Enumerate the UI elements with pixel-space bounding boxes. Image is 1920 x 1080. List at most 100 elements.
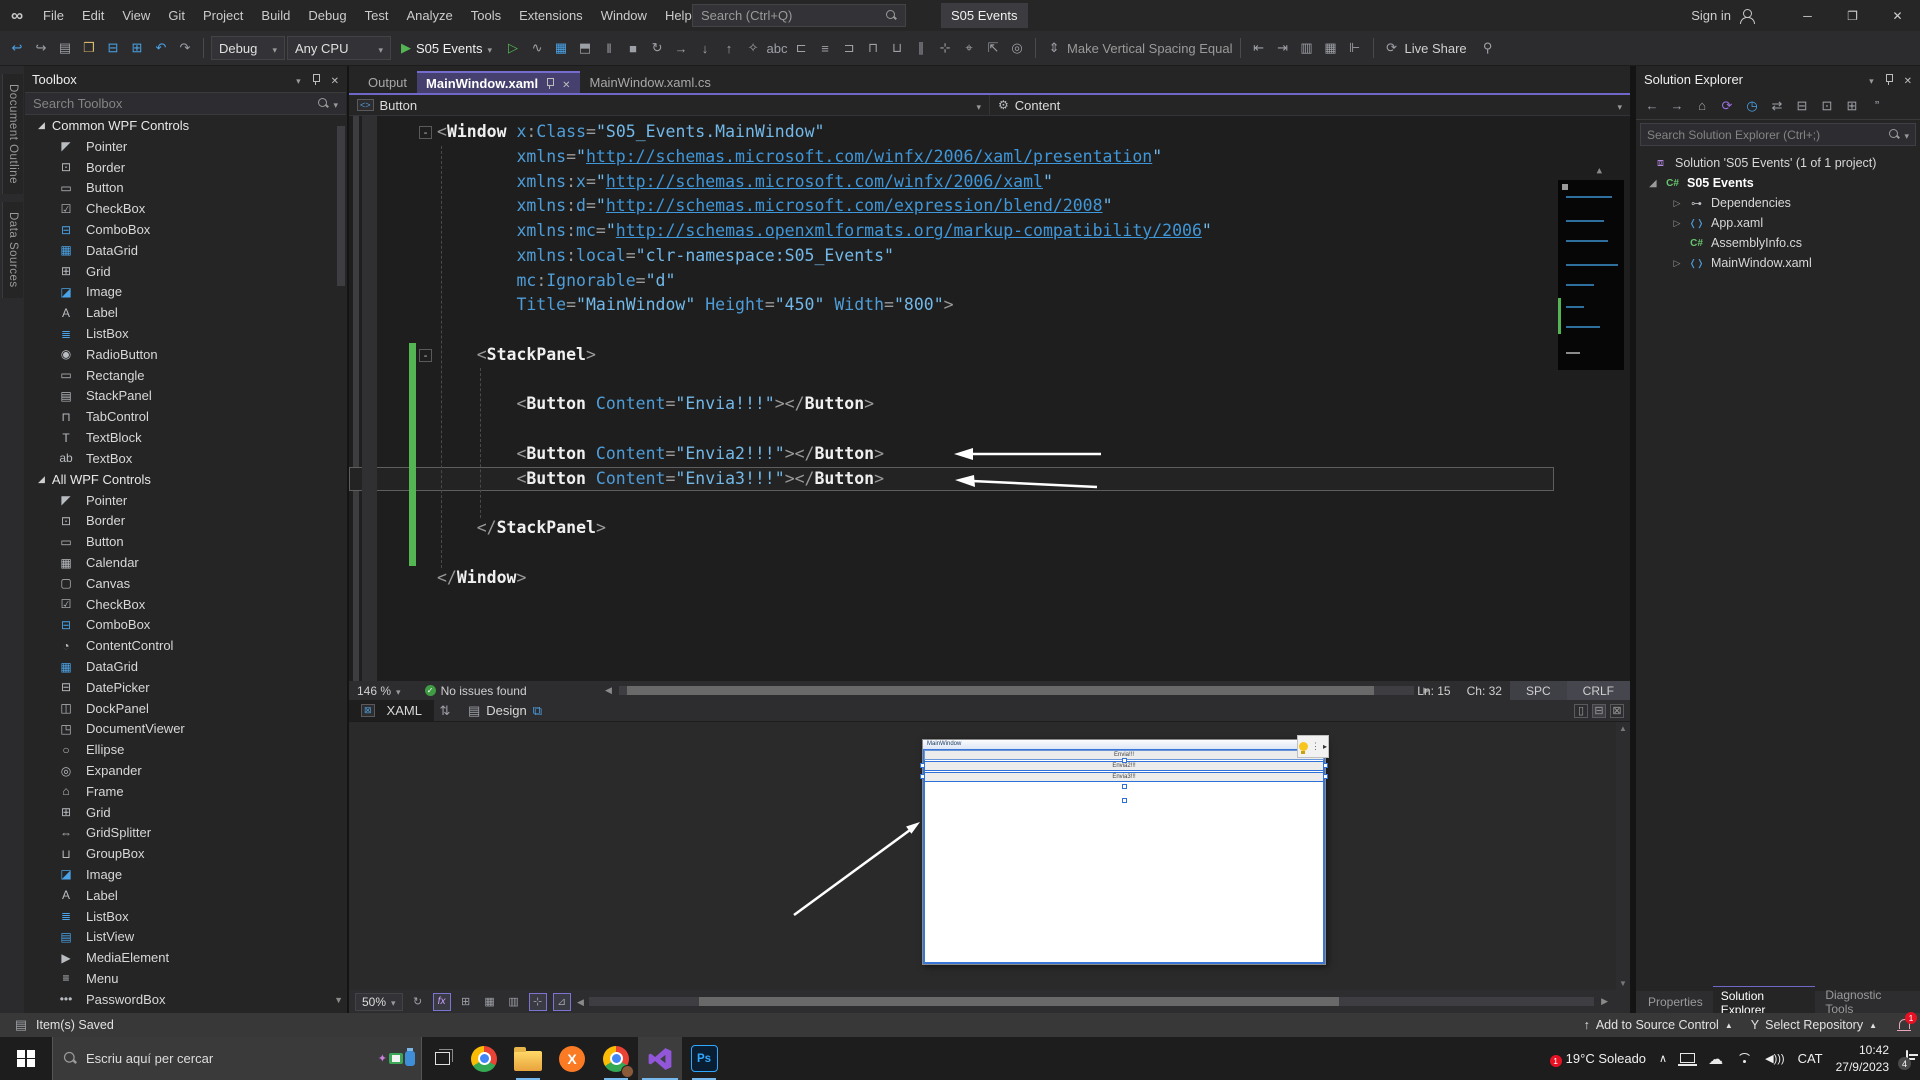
toolbar-icon[interactable]: ▷ (502, 36, 524, 60)
toolbox-group-all[interactable]: ◢ All WPF Controls (24, 469, 347, 490)
solution-config-dropdown[interactable]: Debug (211, 36, 285, 60)
toolbar-icon[interactable]: ↷ (174, 36, 196, 60)
tree-row[interactable]: ▷ App.xaml (1636, 213, 1920, 233)
design-surface[interactable]: MainWindow Envia!!! Envia2!!! Envia3!!! … (349, 722, 1630, 990)
tree-expander-icon[interactable]: ▷ (1672, 198, 1682, 209)
menu-item[interactable]: View (113, 0, 159, 31)
toolbox-item[interactable]: ⊡ Border (24, 511, 347, 532)
toolbox-item[interactable]: ⊞ Grid (24, 261, 347, 282)
weather-widget[interactable]: 1 19°C Soleado (1549, 1051, 1646, 1067)
toolbar-icon[interactable]: ⊔ (886, 36, 908, 60)
device-icon[interactable] (1678, 1052, 1698, 1066)
lightbulb-icon[interactable] (1298, 742, 1308, 754)
tree-expander-icon[interactable]: ◢ (1648, 178, 1658, 189)
toolbar-icon[interactable]: ↩ (6, 36, 28, 60)
toolbar-icon[interactable]: ▤ (54, 36, 76, 60)
toolbox-item[interactable]: ••• PasswordBox (24, 989, 347, 1010)
toolbox-item[interactable]: ◔ ContentControl (24, 635, 347, 656)
tray-expand-icon[interactable]: ∧ (1659, 1052, 1667, 1065)
toolbar-icon[interactable]: ▦ (1320, 36, 1342, 60)
toolbox-item[interactable]: ▶ MediaElement (24, 947, 347, 968)
split-horizontal-icon[interactable]: ⊟ (1592, 703, 1606, 718)
platform-dropdown[interactable]: Any CPU (287, 36, 391, 60)
toolbar-icon[interactable]: ⌖ (958, 36, 980, 60)
toolbar-icon[interactable]: ∿ (526, 36, 548, 60)
show-grid-icon[interactable]: ⊞ (457, 993, 475, 1011)
code-line[interactable] (349, 491, 1554, 516)
selection-handle[interactable] (1122, 758, 1127, 763)
code-line[interactable]: xmlns:local="clr-namespace:S05_Events" (349, 244, 1554, 269)
pin-icon[interactable] (311, 73, 321, 85)
scroll-left-icon[interactable]: ◀ (577, 997, 584, 1008)
clock[interactable]: 10:42 27/9/2023 (1836, 1042, 1889, 1074)
toolbox-item[interactable]: ⇔ GridSplitter (24, 823, 347, 844)
toolbar-icon[interactable]: ❒ (78, 36, 100, 60)
se-toolbar-icon[interactable]: → (1669, 94, 1685, 118)
close-icon[interactable] (331, 72, 339, 87)
toolbox-item[interactable]: ◎ Expander (24, 760, 347, 781)
search-icon[interactable] (886, 10, 897, 21)
toolbox-item[interactable]: ◫ DockPanel (24, 698, 347, 719)
editor-horizontal-scrollbar[interactable] (619, 686, 1414, 695)
live-share-icon[interactable]: ⟳ (1381, 36, 1403, 60)
menu-item[interactable]: Project (194, 0, 252, 31)
se-toolbar-icon[interactable]: ⊞ (1844, 94, 1860, 118)
snapping-toggle-icon[interactable]: ⊹ (528, 992, 547, 1011)
design-horizontal-scrollbar[interactable] (589, 997, 1594, 1006)
design-zoom-dropdown[interactable]: 50% (355, 992, 403, 1011)
volume-icon[interactable]: ◀))) (1765, 1052, 1784, 1065)
toolbox-item[interactable]: ◳ DocumentViewer (24, 719, 347, 740)
toolbar-icon[interactable]: ↻ (646, 36, 668, 60)
code-line[interactable]: </Window> (349, 566, 1554, 591)
tab-design[interactable]: ▤ Design ⧉ (456, 700, 554, 721)
toolbox-item[interactable]: ▭ Button (24, 531, 347, 552)
select-repository-button[interactable]: Υ Select Repository ▲ (1751, 1018, 1877, 1032)
scroll-up-icon[interactable]: ▲ (1597, 166, 1602, 176)
toolbar-icon[interactable]: ⬒ (574, 36, 596, 60)
code-line[interactable]: mc:Ignorable="d" (349, 269, 1554, 294)
tab-xaml[interactable]: ⊠ XAML (349, 700, 434, 721)
menu-item[interactable]: Edit (73, 0, 113, 31)
scroll-down-icon[interactable]: ▼ (1619, 979, 1627, 988)
toolbar-icon[interactable]: ⊟ (102, 36, 124, 60)
se-toolbar-icon[interactable]: ” (1869, 94, 1885, 118)
tree-row[interactable]: ▷ MainWindow.xaml (1636, 253, 1920, 273)
taskbar-visual-studio[interactable] (638, 1037, 682, 1080)
toolbox-item[interactable]: ⊔ GroupBox (24, 843, 347, 864)
data-sources-tab[interactable]: Data Sources (2, 202, 23, 298)
close-icon[interactable] (562, 76, 570, 91)
live-share-label[interactable]: Live Share (1405, 41, 1467, 56)
notification-center-button[interactable]: 4 (1898, 1050, 1911, 1070)
quick-actions-lightb[interactable]: ⋮ ▸ (1297, 735, 1329, 758)
toolbox-item[interactable]: ◤ Pointer (24, 136, 347, 157)
popout-icon[interactable]: ⧉ (533, 699, 542, 723)
issues-indicator[interactable]: ✓ No issues found (424, 684, 527, 698)
code-line[interactable]: xmlns:mc="http://schemas.openxmlformats.… (349, 219, 1554, 244)
task-view-button[interactable] (422, 1037, 462, 1080)
toolbox-item[interactable]: ▤ ListView (24, 926, 347, 947)
code-line[interactable]: <Button Content="Envia2!!!"></Button> (349, 441, 1554, 467)
toolbox-item[interactable]: ▭ Button (24, 178, 347, 199)
start-button[interactable] (0, 1037, 52, 1080)
toolbox-item[interactable]: ◪ Image (24, 282, 347, 303)
tab-properties[interactable]: Properties (1640, 993, 1711, 1011)
close-icon[interactable] (1904, 72, 1912, 87)
effects-toggle-icon[interactable]: fx (432, 992, 451, 1011)
minimap[interactable] (1558, 180, 1624, 370)
toolbar-icon[interactable]: ◎ (1006, 36, 1028, 60)
toolbox-item[interactable]: ⌂ Frame (24, 781, 347, 802)
toolbox-group-common[interactable]: ◢ Common WPF Controls (24, 115, 347, 136)
toolbar-icon[interactable]: ⊩ (1344, 36, 1366, 60)
chevron-down-icon[interactable] (1869, 72, 1874, 87)
pin-icon[interactable] (545, 77, 555, 89)
toolbar-icon[interactable]: → (670, 36, 692, 60)
selection-handle[interactable] (1323, 774, 1328, 779)
onedrive-icon[interactable]: ☁ (1708, 1050, 1723, 1068)
code-line[interactable]: xmlns="http://schemas.microsoft.com/winf… (349, 145, 1554, 170)
vertical-spacing-icon[interactable]: ⇕ (1043, 36, 1065, 60)
breadcrumb-property[interactable]: ⚙ Content (989, 95, 1630, 115)
toolbox-item[interactable]: ☑ CheckBox (24, 198, 347, 219)
notifications-bell-button[interactable]: 1 (1897, 1012, 1917, 1032)
toolbar-icon[interactable]: ↪ (30, 36, 52, 60)
toolbox-item[interactable]: A Label (24, 302, 347, 323)
